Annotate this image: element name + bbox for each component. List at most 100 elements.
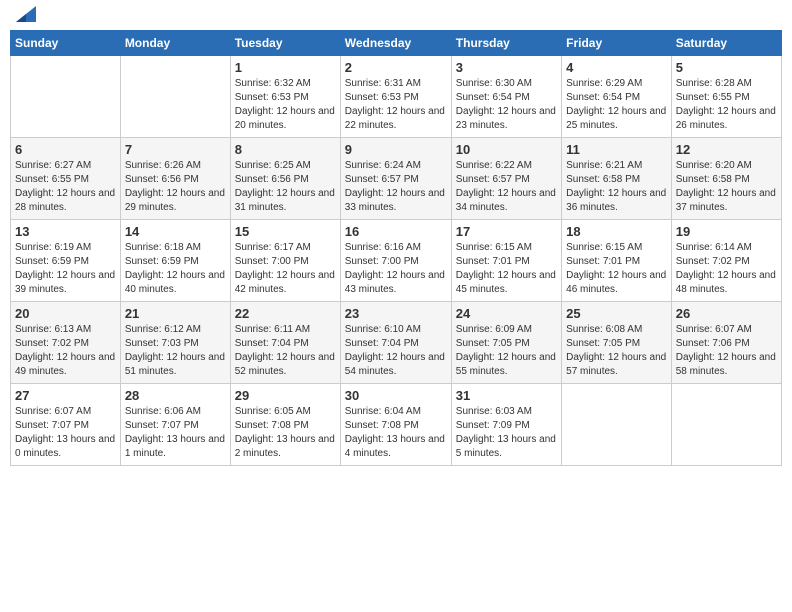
calendar-cell — [11, 56, 121, 138]
day-info: Sunrise: 6:05 AMSunset: 7:08 PMDaylight:… — [235, 405, 336, 461]
day-number: 12 — [676, 142, 777, 157]
calendar-cell: 23 Sunrise: 6:10 AMSunset: 7:04 PMDayligh… — [340, 302, 451, 384]
calendar-cell: 7 Sunrise: 6:26 AMSunset: 6:56 PMDaylight… — [120, 138, 230, 220]
day-number: 5 — [676, 60, 777, 75]
day-number: 23 — [345, 306, 447, 321]
calendar-table: SundayMondayTuesdayWednesdayThursdayFrid… — [10, 30, 782, 466]
day-info: Sunrise: 6:16 AMSunset: 7:00 PMDaylight:… — [345, 241, 447, 297]
day-number: 14 — [125, 224, 226, 239]
day-number: 28 — [125, 388, 226, 403]
day-info: Sunrise: 6:31 AMSunset: 6:53 PMDaylight:… — [345, 77, 447, 133]
weekday-header-row: SundayMondayTuesdayWednesdayThursdayFrid… — [11, 31, 782, 56]
day-number: 15 — [235, 224, 336, 239]
calendar-cell: 17 Sunrise: 6:15 AMSunset: 7:01 PMDayligh… — [451, 220, 561, 302]
day-info: Sunrise: 6:15 AMSunset: 7:01 PMDaylight:… — [456, 241, 557, 297]
day-number: 17 — [456, 224, 557, 239]
day-info: Sunrise: 6:17 AMSunset: 7:00 PMDaylight:… — [235, 241, 336, 297]
day-info: Sunrise: 6:30 AMSunset: 6:54 PMDaylight:… — [456, 77, 557, 133]
calendar-cell: 28 Sunrise: 6:06 AMSunset: 7:07 PMDayligh… — [120, 384, 230, 466]
day-info: Sunrise: 6:25 AMSunset: 6:56 PMDaylight:… — [235, 159, 336, 215]
calendar-cell: 8 Sunrise: 6:25 AMSunset: 6:56 PMDaylight… — [230, 138, 340, 220]
weekday-header: Wednesday — [340, 31, 451, 56]
day-number: 24 — [456, 306, 557, 321]
day-info: Sunrise: 6:14 AMSunset: 7:02 PMDaylight:… — [676, 241, 777, 297]
day-info: Sunrise: 6:32 AMSunset: 6:53 PMDaylight:… — [235, 77, 336, 133]
calendar-week-row: 1 Sunrise: 6:32 AMSunset: 6:53 PMDaylight… — [11, 56, 782, 138]
calendar-cell: 22Sunrise: 6:11 AMSunset: 7:04 PMDayligh… — [230, 302, 340, 384]
weekday-header: Saturday — [671, 31, 781, 56]
day-number: 21 — [125, 306, 226, 321]
day-number: 10 — [456, 142, 557, 157]
day-info: Sunrise: 6:07 AMSunset: 7:06 PMDaylight:… — [676, 323, 777, 379]
logo — [14, 10, 36, 22]
day-info: Sunrise: 6:22 AMSunset: 6:57 PMDaylight:… — [456, 159, 557, 215]
day-number: 16 — [345, 224, 447, 239]
day-info: Sunrise: 6:19 AMSunset: 6:59 PMDaylight:… — [15, 241, 116, 297]
calendar-week-row: 20Sunrise: 6:13 AMSunset: 7:02 PMDayligh… — [11, 302, 782, 384]
weekday-header: Sunday — [11, 31, 121, 56]
day-info: Sunrise: 6:21 AMSunset: 6:58 PMDaylight:… — [566, 159, 667, 215]
calendar-cell: 10 Sunrise: 6:22 AMSunset: 6:57 PMDayligh… — [451, 138, 561, 220]
day-info: Sunrise: 6:20 AMSunset: 6:58 PMDaylight:… — [676, 159, 777, 215]
logo-icon — [16, 6, 36, 22]
weekday-header: Friday — [562, 31, 672, 56]
calendar-cell: 1 Sunrise: 6:32 AMSunset: 6:53 PMDaylight… — [230, 56, 340, 138]
calendar-cell: 19Sunrise: 6:14 AMSunset: 7:02 PMDayligh… — [671, 220, 781, 302]
weekday-header: Monday — [120, 31, 230, 56]
day-number: 3 — [456, 60, 557, 75]
calendar-cell: 16 Sunrise: 6:16 AMSunset: 7:00 PMDayligh… — [340, 220, 451, 302]
calendar-cell: 2 Sunrise: 6:31 AMSunset: 6:53 PMDaylight… — [340, 56, 451, 138]
calendar-cell: 21 Sunrise: 6:12 AMSunset: 7:03 PMDayligh… — [120, 302, 230, 384]
calendar-cell: 11Sunrise: 6:21 AMSunset: 6:58 PMDayligh… — [562, 138, 672, 220]
day-info: Sunrise: 6:26 AMSunset: 6:56 PMDaylight:… — [125, 159, 226, 215]
weekday-header: Tuesday — [230, 31, 340, 56]
day-info: Sunrise: 6:03 AMSunset: 7:09 PMDaylight:… — [456, 405, 557, 461]
day-info: Sunrise: 6:06 AMSunset: 7:07 PMDaylight:… — [125, 405, 226, 461]
calendar-cell: 24Sunrise: 6:09 AMSunset: 7:05 PMDayligh… — [451, 302, 561, 384]
calendar-week-row: 6 Sunrise: 6:27 AMSunset: 6:55 PMDaylight… — [11, 138, 782, 220]
calendar-cell — [562, 384, 672, 466]
calendar-cell: 20Sunrise: 6:13 AMSunset: 7:02 PMDayligh… — [11, 302, 121, 384]
day-info: Sunrise: 6:27 AMSunset: 6:55 PMDaylight:… — [15, 159, 116, 215]
calendar-week-row: 13 Sunrise: 6:19 AMSunset: 6:59 PMDayligh… — [11, 220, 782, 302]
day-number: 6 — [15, 142, 116, 157]
day-number: 2 — [345, 60, 447, 75]
day-number: 30 — [345, 388, 447, 403]
day-number: 1 — [235, 60, 336, 75]
day-info: Sunrise: 6:12 AMSunset: 7:03 PMDaylight:… — [125, 323, 226, 379]
day-number: 25 — [566, 306, 667, 321]
day-info: Sunrise: 6:10 AMSunset: 7:04 PMDaylight:… — [345, 323, 447, 379]
calendar-cell — [120, 56, 230, 138]
day-number: 26 — [676, 306, 777, 321]
calendar-cell: 6 Sunrise: 6:27 AMSunset: 6:55 PMDaylight… — [11, 138, 121, 220]
calendar-cell: 14 Sunrise: 6:18 AMSunset: 6:59 PMDayligh… — [120, 220, 230, 302]
day-number: 7 — [125, 142, 226, 157]
day-info: Sunrise: 6:04 AMSunset: 7:08 PMDaylight:… — [345, 405, 447, 461]
calendar-cell: 25Sunrise: 6:08 AMSunset: 7:05 PMDayligh… — [562, 302, 672, 384]
calendar-cell: 30 Sunrise: 6:04 AMSunset: 7:08 PMDayligh… — [340, 384, 451, 466]
calendar-cell: 15 Sunrise: 6:17 AMSunset: 7:00 PMDayligh… — [230, 220, 340, 302]
day-number: 13 — [15, 224, 116, 239]
day-number: 4 — [566, 60, 667, 75]
calendar-cell: 27Sunrise: 6:07 AMSunset: 7:07 PMDayligh… — [11, 384, 121, 466]
calendar-cell: 9Sunrise: 6:24 AMSunset: 6:57 PMDaylight… — [340, 138, 451, 220]
day-info: Sunrise: 6:28 AMSunset: 6:55 PMDaylight:… — [676, 77, 777, 133]
calendar-cell: 12 Sunrise: 6:20 AMSunset: 6:58 PMDayligh… — [671, 138, 781, 220]
calendar-cell: 13 Sunrise: 6:19 AMSunset: 6:59 PMDayligh… — [11, 220, 121, 302]
day-number: 31 — [456, 388, 557, 403]
calendar-cell: 4 Sunrise: 6:29 AMSunset: 6:54 PMDaylight… — [562, 56, 672, 138]
day-number: 8 — [235, 142, 336, 157]
calendar-cell: 5 Sunrise: 6:28 AMSunset: 6:55 PMDaylight… — [671, 56, 781, 138]
day-info: Sunrise: 6:18 AMSunset: 6:59 PMDaylight:… — [125, 241, 226, 297]
day-info: Sunrise: 6:15 AMSunset: 7:01 PMDaylight:… — [566, 241, 667, 297]
calendar-cell: 29Sunrise: 6:05 AMSunset: 7:08 PMDayligh… — [230, 384, 340, 466]
day-number: 20 — [15, 306, 116, 321]
calendar-cell: 3 Sunrise: 6:30 AMSunset: 6:54 PMDaylight… — [451, 56, 561, 138]
header — [10, 10, 782, 22]
calendar-cell — [671, 384, 781, 466]
calendar-cell: 18Sunrise: 6:15 AMSunset: 7:01 PMDayligh… — [562, 220, 672, 302]
day-info: Sunrise: 6:11 AMSunset: 7:04 PMDaylight:… — [235, 323, 336, 379]
day-info: Sunrise: 6:29 AMSunset: 6:54 PMDaylight:… — [566, 77, 667, 133]
weekday-header: Thursday — [451, 31, 561, 56]
day-info: Sunrise: 6:24 AMSunset: 6:57 PMDaylight:… — [345, 159, 447, 215]
